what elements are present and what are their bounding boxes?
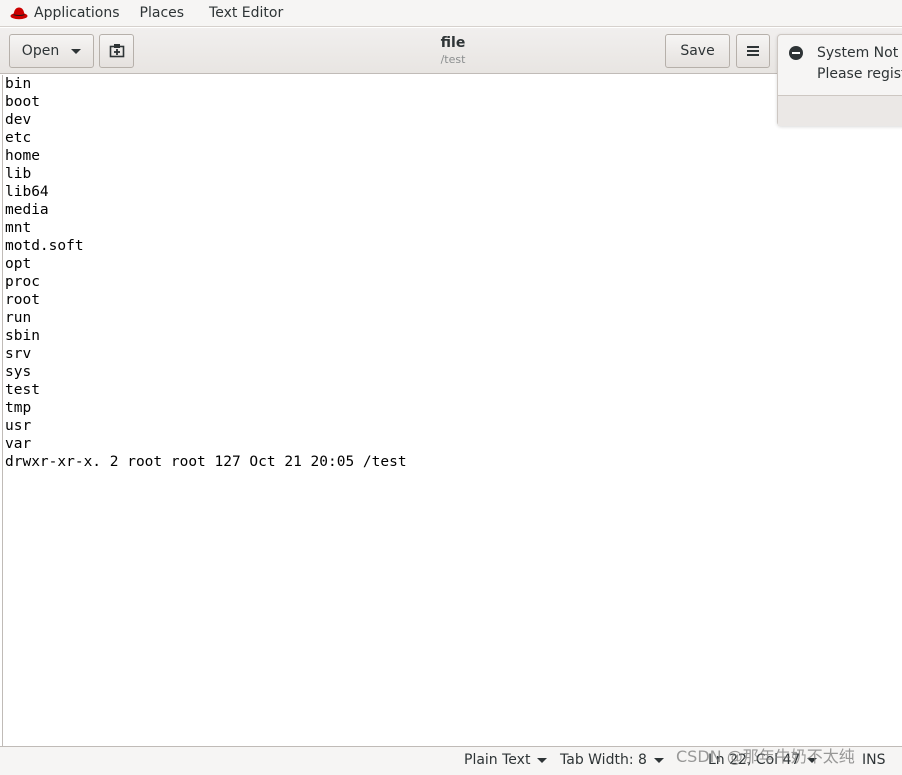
document-title: file [440,35,466,51]
chevron-down-icon [71,48,82,54]
text-line: bin [5,76,32,92]
text-line: proc [5,274,40,290]
places-menu[interactable]: Places [132,0,197,27]
open-button-label: Open [21,43,60,59]
save-button[interactable]: Save [665,34,730,68]
document-title-area: file /test [353,34,553,68]
top-panel: Applications Places Text Editor [0,0,902,27]
text-line: var [5,436,32,452]
app-name-label: Text Editor [209,5,284,21]
applications-menu[interactable]: Applications [0,0,132,27]
text-line: boot [5,94,40,110]
text-line: root [5,292,40,308]
chevron-down-icon [653,757,664,763]
headerbar: Open file /test Save [0,28,902,74]
text-line: dev [5,112,32,128]
text-line: test [5,382,40,398]
notification-title: System Not R [817,45,902,61]
text-line: mnt [5,220,32,236]
redhat-logo-icon [10,7,28,20]
minus-circle-icon [789,46,803,60]
text-line: etc [5,130,32,146]
tab-width-selector[interactable]: Tab Width: 8 [560,752,664,768]
watermark: CSDN @那年牛奶不太纯 [676,747,855,766]
document-path: /test [440,53,466,66]
text-line: sbin [5,328,40,344]
new-document-icon [109,44,124,58]
open-button[interactable]: Open [9,34,94,68]
applications-label: Applications [34,5,120,21]
notification-body: Please registe [817,66,902,82]
text-line: sys [5,364,32,380]
document-lines: bin boot dev etc home lib lib64 media mnt motd.so… [3,75,902,471]
notification-banner[interactable]: System Not R Please registe [777,34,902,126]
text-line: drwxr-xr-x. 2 root root 127 Oct 21 20:05… [5,454,407,470]
text-line: usr [5,418,32,434]
tab-width-label: Tab Width: 8 [560,752,647,768]
insert-mode-label: INS [862,752,886,768]
save-button-label: Save [680,43,715,59]
text-line: tmp [5,400,32,416]
hamburger-menu-icon [747,46,759,56]
places-label: Places [139,5,185,21]
chevron-down-icon [537,757,548,763]
text-line: opt [5,256,32,272]
text-line: srv [5,346,32,362]
text-line: media [5,202,49,218]
menu-button[interactable] [736,34,770,68]
text-line: run [5,310,32,326]
notification-actions[interactable] [778,96,902,126]
insert-mode-indicator: INS [862,752,886,768]
language-label: Plain Text [464,752,531,768]
language-selector[interactable]: Plain Text [464,752,548,768]
text-line: lib [5,166,32,182]
text-line: motd.soft [5,238,84,254]
new-document-button[interactable] [99,34,134,68]
text-line: lib64 [5,184,49,200]
text-view[interactable]: bin boot dev etc home lib lib64 media mnt motd.so… [2,75,902,746]
app-menu-text-editor[interactable]: Text Editor [196,0,291,27]
text-line: home [5,148,40,164]
